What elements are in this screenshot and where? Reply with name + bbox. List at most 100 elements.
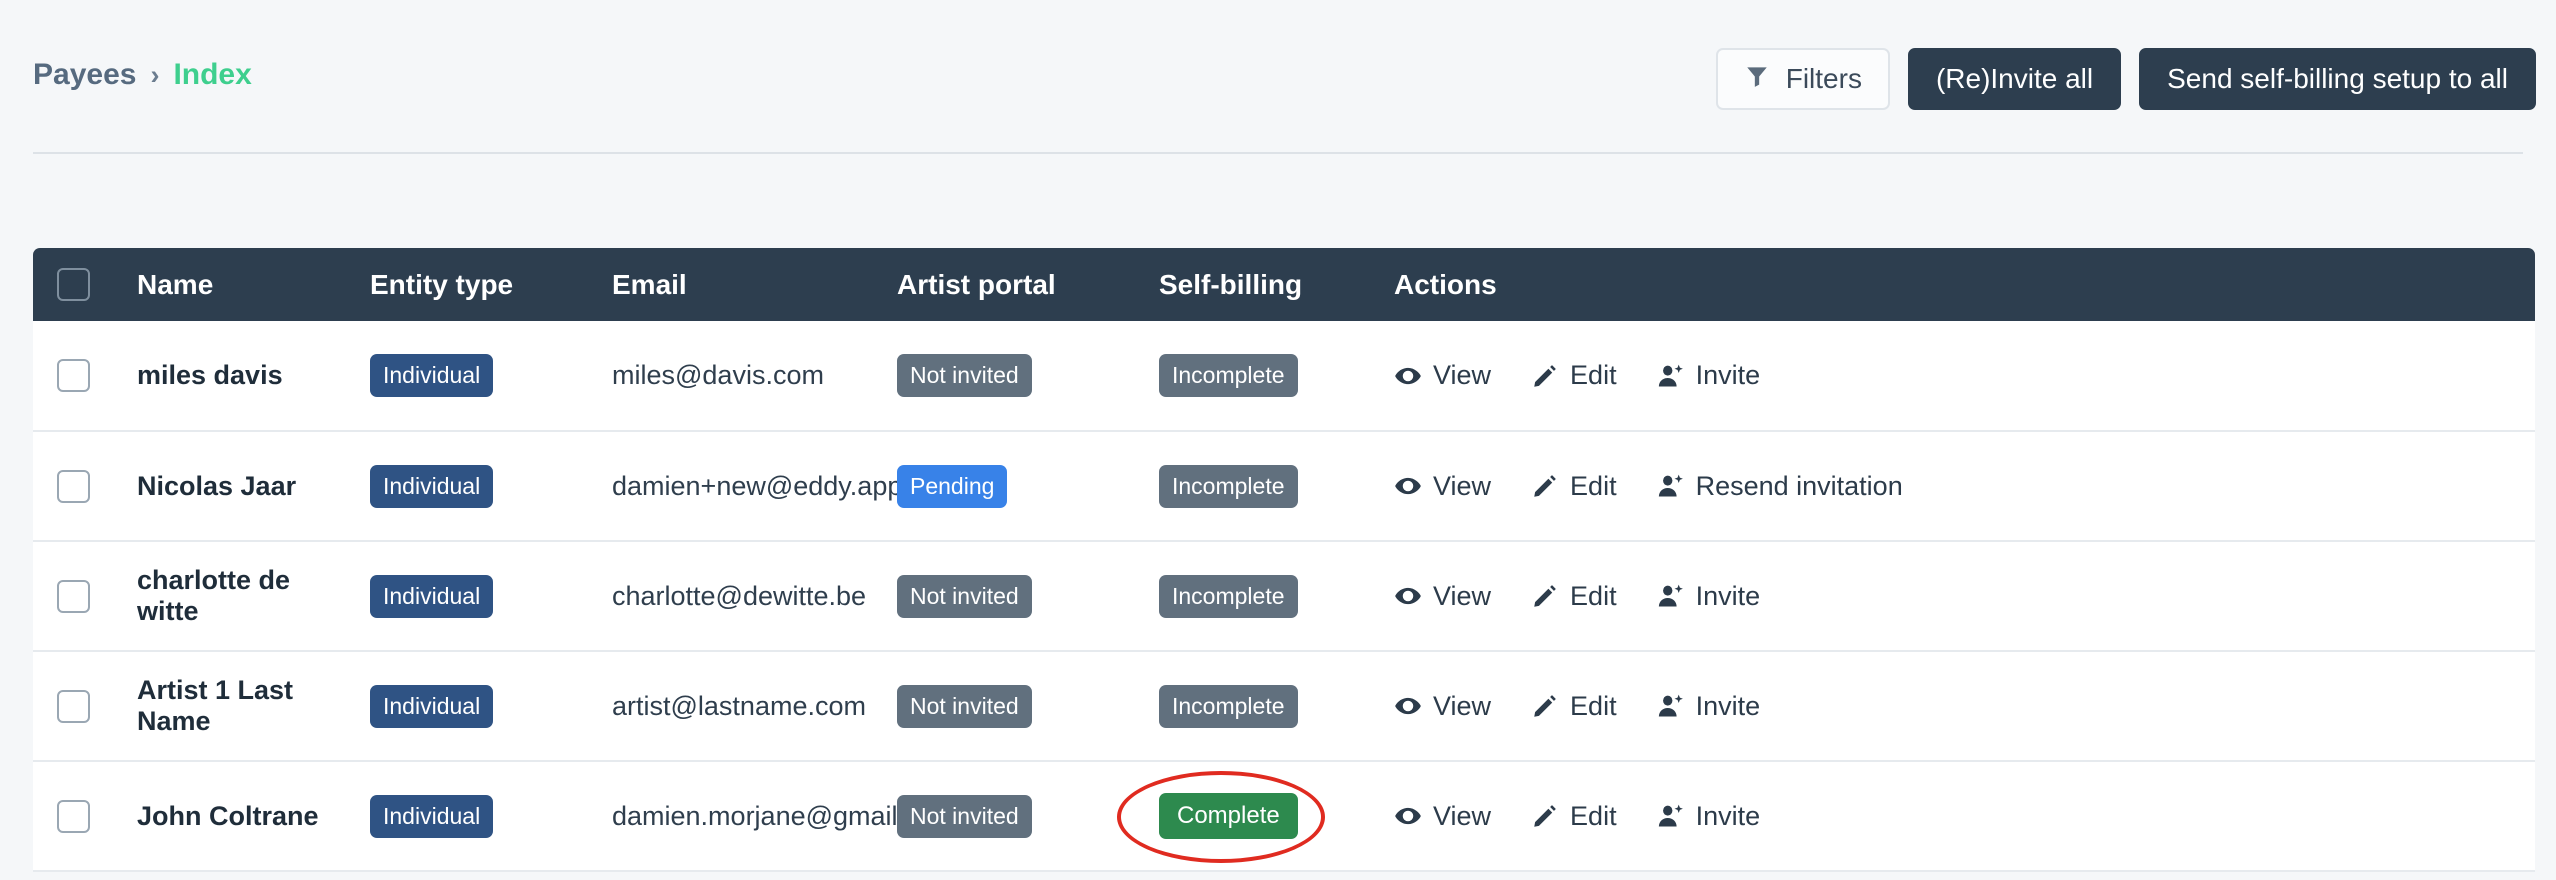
- payee-name: John Coltrane: [137, 800, 319, 831]
- column-header-email-label: Email: [612, 268, 687, 300]
- column-header-entity-type[interactable]: Entity type: [348, 248, 590, 321]
- payee-email: damien.morjane@gmail.com: [612, 800, 957, 831]
- row-select-checkbox[interactable]: [57, 799, 90, 833]
- table-row: miles davis Individual miles@davis.com Not …: [33, 321, 2535, 432]
- payee-email: miles@davis.com: [612, 360, 824, 390]
- row-select-cell: [33, 321, 115, 432]
- pencil-icon: [1531, 472, 1559, 500]
- action-edit[interactable]: Edit: [1531, 471, 1617, 502]
- column-header-name-label: Name: [137, 268, 214, 300]
- action-label: View: [1433, 470, 1492, 501]
- select-all-checkbox[interactable]: [57, 268, 90, 301]
- cell-actions: View Edit Resend invitation: [1372, 431, 2535, 542]
- action-view[interactable]: View: [1394, 360, 1491, 391]
- row-select-checkbox[interactable]: [57, 469, 90, 503]
- cell-self-billing: Incomplete: [1137, 651, 1372, 762]
- row-select-checkbox[interactable]: [57, 579, 90, 613]
- self-billing-status-badge: Incomplete: [1159, 574, 1298, 618]
- action-label: Invite: [1695, 360, 1761, 390]
- action-edit[interactable]: Edit: [1531, 691, 1617, 722]
- entity-type-badge: Individual: [370, 684, 494, 728]
- column-header-entity-type-label: Entity type: [370, 268, 514, 300]
- chevron-right-icon: ›: [150, 59, 160, 90]
- cell-name: John Coltrane: [115, 761, 348, 872]
- funnel-icon: [1744, 63, 1770, 96]
- action-label: View: [1433, 360, 1492, 390]
- pencil-icon: [1531, 582, 1559, 610]
- top-bar: Payees › Index Filters (Re)Invite all Se…: [0, 0, 2556, 154]
- entity-type-badge: Individual: [370, 464, 494, 508]
- row-select-checkbox[interactable]: [57, 359, 90, 392]
- action-view[interactable]: View: [1394, 691, 1491, 722]
- payee-name: Nicolas Jaar: [137, 470, 297, 501]
- pencil-icon: [1531, 802, 1559, 830]
- column-header-name[interactable]: Name: [115, 248, 348, 321]
- artist-portal-status-badge: Pending: [897, 464, 1008, 508]
- row-select-checkbox[interactable]: [57, 689, 90, 723]
- payees-table: Name Entity type Email Artist portal Sel…: [33, 248, 2535, 872]
- table-row: Nicolas Jaar Individual damien+new@eddy.ap…: [33, 431, 2535, 542]
- send-self-billing-setup-label: Send self-billing setup to all: [2167, 63, 2508, 94]
- action-edit[interactable]: Edit: [1531, 360, 1617, 391]
- row-select-cell: [33, 431, 115, 542]
- cell-self-billing: Incomplete: [1137, 431, 1372, 542]
- breadcrumb: Payees › Index: [33, 60, 252, 90]
- row-select-cell: [33, 541, 115, 652]
- cell-artist-portal: Not invited: [875, 761, 1137, 872]
- send-self-billing-setup-button[interactable]: Send self-billing setup to all: [2139, 48, 2536, 110]
- self-billing-status-badge: Incomplete: [1159, 464, 1298, 508]
- action-invite[interactable]: Invite: [1657, 360, 1761, 391]
- breadcrumb-root[interactable]: Payees: [33, 60, 136, 90]
- cell-name: Nicolas Jaar: [115, 431, 348, 542]
- column-header-artist-portal[interactable]: Artist portal: [875, 248, 1137, 321]
- column-header-self-billing[interactable]: Self-billing: [1137, 248, 1372, 321]
- reinvite-all-button[interactable]: (Re)Invite all: [1907, 48, 2122, 110]
- column-header-email[interactable]: Email: [590, 248, 875, 321]
- cell-self-billing: Complete: [1117, 761, 1372, 872]
- cell-name: miles davis: [115, 321, 348, 432]
- action-view[interactable]: View: [1394, 581, 1491, 612]
- payee-name: Artist 1 Last Name: [137, 675, 294, 736]
- action-label: Invite: [1695, 690, 1761, 721]
- column-header-actions: Actions: [1372, 248, 2535, 321]
- payee-name: miles davis: [137, 360, 283, 390]
- table-row: John Coltrane Individual damien.morjane@gm…: [33, 761, 2535, 872]
- action-view[interactable]: View: [1394, 801, 1491, 832]
- cell-self-billing: Incomplete: [1137, 541, 1372, 652]
- table-row: charlotte de witte Individual charlotte@de…: [33, 541, 2535, 652]
- action-label: Resend invitation: [1695, 470, 1903, 501]
- self-billing-status-badge: Incomplete: [1159, 684, 1298, 728]
- eye-icon: [1394, 802, 1422, 830]
- column-header-actions-label: Actions: [1394, 268, 1497, 300]
- cell-actions: View Edit Invite: [1372, 541, 2535, 652]
- self-billing-status-badge: Incomplete: [1159, 354, 1298, 397]
- pencil-icon: [1531, 692, 1559, 720]
- filters-button-label: Filters: [1785, 63, 1862, 94]
- action-invite[interactable]: Invite: [1657, 581, 1760, 612]
- cell-entity-type: Individual: [348, 761, 590, 872]
- filters-button[interactable]: Filters: [1715, 48, 1890, 110]
- action-edit[interactable]: Edit: [1531, 581, 1617, 612]
- action-label: Edit: [1570, 470, 1617, 501]
- cell-artist-portal: Not invited: [875, 541, 1137, 652]
- eye-icon: [1394, 582, 1422, 610]
- action-edit[interactable]: Edit: [1531, 801, 1617, 832]
- payee-name: charlotte de witte: [137, 565, 291, 626]
- payee-email: damien+new@eddy.app: [612, 470, 903, 501]
- action-view[interactable]: View: [1394, 471, 1491, 502]
- cell-actions: View Edit Invite: [1372, 321, 2535, 432]
- pencil-icon: [1531, 362, 1559, 390]
- header-divider: [33, 152, 2523, 154]
- payees-table-container: Name Entity type Email Artist portal Sel…: [33, 248, 2535, 872]
- table-head: Name Entity type Email Artist portal Sel…: [33, 248, 2535, 321]
- column-header-self-billing-label: Self-billing: [1159, 268, 1303, 300]
- action-invite[interactable]: Invite: [1657, 800, 1761, 832]
- cell-entity-type: Individual: [348, 541, 590, 652]
- cell-email: damien+new@eddy.app: [590, 431, 903, 542]
- action-invite[interactable]: Invite: [1657, 690, 1761, 722]
- action-label: Invite: [1695, 800, 1761, 831]
- page-root: Payees › Index Filters (Re)Invite all Se…: [0, 0, 2556, 880]
- action-resend-invitation[interactable]: Resend invitation: [1657, 471, 1903, 502]
- breadcrumb-current[interactable]: Index: [173, 60, 251, 90]
- artist-portal-status-badge: Not invited: [897, 794, 1032, 838]
